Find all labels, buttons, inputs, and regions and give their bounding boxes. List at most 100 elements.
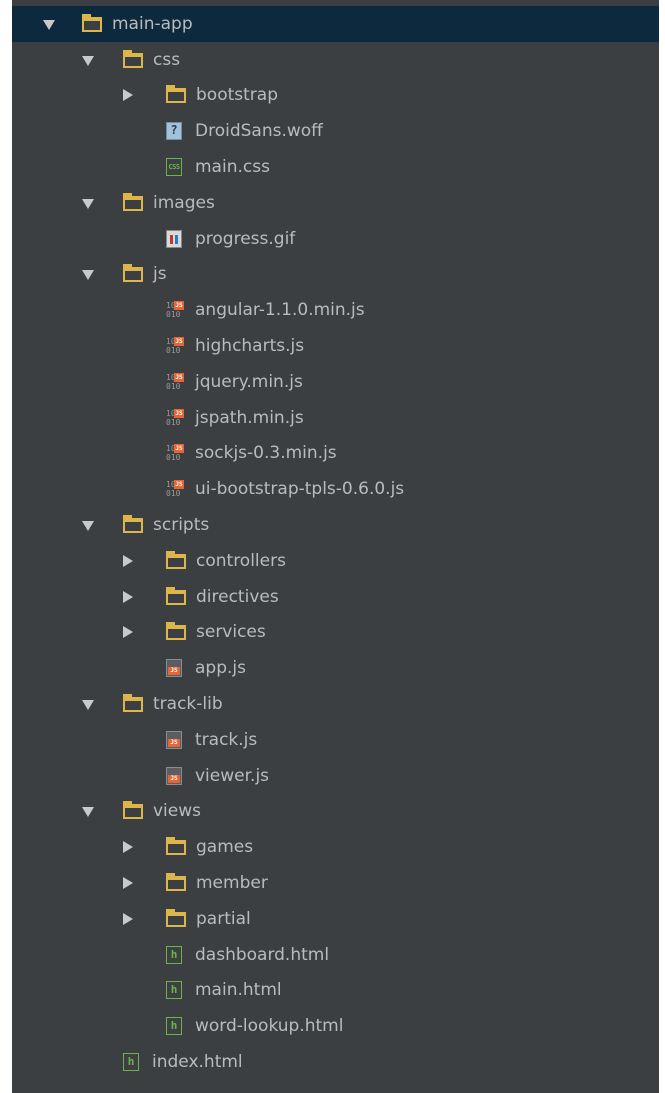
minified-js-file-icon: 10 010 JS	[166, 372, 184, 391]
css-file-icon: CSS	[166, 158, 182, 177]
tree-item-label: services	[196, 622, 266, 643]
folder-icon	[166, 908, 186, 927]
tree-item-label: word-lookup.html	[195, 1016, 344, 1037]
tree-item-index-html[interactable]: h index.html	[12, 1044, 659, 1080]
tree-item-label: track.js	[195, 729, 258, 750]
folder-icon	[166, 85, 186, 104]
tree-item-label: progress.gif	[195, 228, 296, 249]
tree-item-games[interactable]: games	[12, 829, 659, 865]
tree-item-app-js[interactable]: app.js	[12, 650, 659, 686]
folder-icon	[166, 873, 186, 892]
folder-icon	[123, 515, 143, 534]
expanded-arrow-icon[interactable]	[82, 198, 94, 209]
tree-item-label: scripts	[153, 515, 210, 536]
folder-icon	[166, 622, 186, 641]
collapsed-arrow-icon[interactable]	[123, 877, 133, 890]
project-tree-panel: main-app css bootstrap ? DroidSans.woff CSS ma…	[0, 0, 665, 1093]
binary-digits: 010	[166, 310, 181, 320]
tree-item-label: jspath.min.js	[195, 407, 304, 428]
tree-item-label: viewer.js	[195, 765, 270, 786]
tree-item-label: main.html	[195, 980, 282, 1001]
tree-item-angular-min-js[interactable]: 10 010 JS angular-1.1.0.min.js	[12, 292, 659, 328]
binary-digits: 010	[166, 346, 181, 356]
tree-item-word-lookup-html[interactable]: h word-lookup.html	[12, 1008, 659, 1044]
expanded-arrow-icon[interactable]	[82, 55, 94, 66]
tree-item-label: main-app	[112, 13, 193, 34]
tree-item-highcharts-js[interactable]: 10 010 JS highcharts.js	[12, 328, 659, 364]
collapsed-arrow-icon[interactable]	[123, 841, 133, 854]
unknown-file-icon: ?	[166, 122, 182, 141]
html-file-icon: h	[123, 1053, 139, 1071]
tree-item-dashboard-html[interactable]: h dashboard.html	[12, 937, 659, 973]
expanded-arrow-icon[interactable]	[82, 807, 94, 818]
js-file-icon	[166, 766, 182, 785]
folder-icon	[123, 49, 143, 68]
tree-item-main-css[interactable]: CSS main.css	[12, 149, 659, 185]
tree-item-css[interactable]: css	[12, 42, 659, 78]
tree-item-scripts[interactable]: scripts	[12, 507, 659, 543]
tree-item-jquery-min-js[interactable]: 10 010 JS jquery.min.js	[12, 364, 659, 400]
tree-item-label: main.css	[195, 157, 270, 178]
collapsed-arrow-icon[interactable]	[123, 554, 133, 567]
js-file-icon	[166, 659, 182, 678]
tree-item-sockjs-min-js[interactable]: 10 010 JS sockjs-0.3.min.js	[12, 436, 659, 472]
tree-item-views[interactable]: views	[12, 794, 659, 830]
tree-item-label: views	[153, 801, 202, 822]
folder-icon	[123, 192, 143, 211]
expanded-arrow-icon[interactable]	[43, 19, 55, 30]
folder-icon	[123, 264, 143, 283]
tree-item-label: js	[153, 264, 167, 285]
js-badge: JS	[174, 480, 184, 490]
tree-item-main-html[interactable]: h main.html	[12, 973, 659, 1009]
collapsed-arrow-icon[interactable]	[123, 590, 133, 603]
js-badge: JS	[174, 337, 184, 347]
tree-item-services[interactable]: services	[12, 615, 659, 651]
binary-digits: 010	[166, 417, 181, 427]
tree-item-track-lib[interactable]: track-lib	[12, 686, 659, 722]
folder-icon	[166, 837, 186, 856]
tree-item-label: app.js	[195, 658, 246, 679]
tree-item-main-app[interactable]: main-app	[12, 6, 659, 42]
tree-item-viewer-js[interactable]: viewer.js	[12, 758, 659, 794]
binary-digits: 010	[166, 489, 181, 499]
tree-item-droidsans-woff[interactable]: ? DroidSans.woff	[12, 113, 659, 149]
image-file-icon	[166, 229, 182, 248]
tree-item-partial[interactable]: partial	[12, 901, 659, 937]
tree-item-member[interactable]: member	[12, 865, 659, 901]
tree-item-ui-bootstrap-js[interactable]: 10 010 JS ui-bootstrap-tpls-0.6.0.js	[12, 471, 659, 507]
tree-item-label: sockjs-0.3.min.js	[195, 443, 337, 464]
expanded-arrow-icon[interactable]	[82, 270, 94, 281]
folder-icon	[82, 13, 102, 32]
tree-item-images[interactable]: images	[12, 185, 659, 221]
tree-item-directives[interactable]: directives	[12, 579, 659, 615]
tree-item-jspath-min-js[interactable]: 10 010 JS jspath.min.js	[12, 400, 659, 436]
js-file-icon	[166, 730, 182, 749]
collapsed-arrow-icon[interactable]	[123, 89, 133, 102]
tree-item-label: directives	[196, 586, 279, 607]
tree-item-label: partial	[196, 908, 251, 929]
html-file-icon: h	[166, 945, 182, 964]
tree-item-js[interactable]: js	[12, 257, 659, 293]
tree-item-label: bootstrap	[196, 85, 278, 106]
collapsed-arrow-icon[interactable]	[123, 626, 133, 639]
tree-item-label: angular-1.1.0.min.js	[195, 300, 365, 321]
tree-item-track-js[interactable]: track.js	[12, 722, 659, 758]
tree-item-bootstrap[interactable]: bootstrap	[12, 78, 659, 114]
expanded-arrow-icon[interactable]	[82, 700, 94, 711]
binary-digits: 010	[166, 453, 181, 463]
tree-item-progress-gif[interactable]: progress.gif	[12, 221, 659, 257]
js-badge: JS	[174, 372, 184, 382]
expanded-arrow-icon[interactable]	[82, 521, 94, 532]
minified-js-file-icon: 10 010 JS	[166, 408, 184, 427]
tree-item-label: jquery.min.js	[195, 371, 303, 392]
collapsed-arrow-icon[interactable]	[123, 912, 133, 925]
tree-item-label: css	[153, 49, 181, 70]
js-badge: JS	[174, 408, 184, 418]
tree-item-label: index.html	[152, 1052, 243, 1072]
binary-digits: 010	[166, 381, 181, 391]
tree-item-label: ui-bootstrap-tpls-0.6.0.js	[195, 479, 405, 500]
minified-js-file-icon: 10 010 JS	[166, 301, 184, 319]
tree-item-label: member	[196, 873, 268, 894]
tree-item-controllers[interactable]: controllers	[12, 543, 659, 579]
folder-icon	[166, 550, 186, 569]
